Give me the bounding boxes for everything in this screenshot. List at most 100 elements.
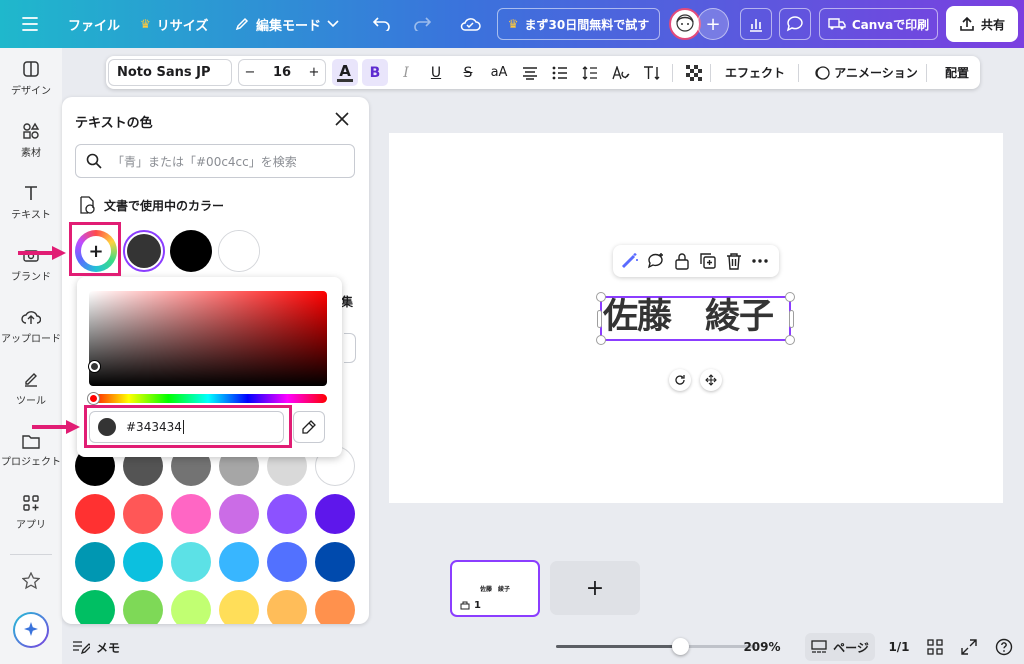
duplicate-icon[interactable] bbox=[699, 252, 717, 270]
magic-edit-icon[interactable] bbox=[621, 252, 639, 270]
share-button[interactable]: 共有 bbox=[946, 6, 1018, 42]
comment-add-icon[interactable] bbox=[647, 252, 665, 270]
page-count[interactable]: 1/1 bbox=[884, 633, 914, 661]
default-color-swatch[interactable] bbox=[267, 542, 307, 582]
zoom-level[interactable]: 209% bbox=[740, 633, 784, 661]
selected-text-element[interactable]: 佐藤 綾子 bbox=[596, 292, 795, 345]
rail-item-design[interactable]: デザイン bbox=[0, 50, 62, 106]
effects-button[interactable]: エフェクト bbox=[720, 56, 790, 89]
hue-handle[interactable] bbox=[88, 393, 99, 404]
move-handle[interactable] bbox=[700, 369, 722, 391]
spacing-button[interactable] bbox=[578, 56, 602, 89]
rail-item-apps[interactable]: アプリ bbox=[0, 484, 62, 540]
rail-item-tools[interactable]: ツール bbox=[0, 360, 62, 416]
resize-handle[interactable] bbox=[785, 292, 795, 302]
default-color-swatch[interactable] bbox=[315, 542, 355, 582]
edit-mode-dropdown[interactable]: 編集モード bbox=[234, 0, 339, 48]
add-collaborator-button[interactable]: + bbox=[697, 8, 729, 40]
cloud-saved-icon[interactable] bbox=[454, 8, 486, 40]
thumbnail-text: 佐藤 綾子 bbox=[479, 586, 510, 593]
saturation-handle[interactable] bbox=[89, 361, 100, 372]
resize-handle[interactable] bbox=[785, 335, 795, 345]
rail-item-upload[interactable]: アップロード bbox=[0, 298, 62, 354]
default-color-swatch[interactable] bbox=[123, 590, 163, 624]
lock-icon[interactable] bbox=[673, 252, 691, 270]
underline-button[interactable]: U bbox=[424, 56, 448, 89]
default-color-swatch[interactable] bbox=[267, 494, 307, 534]
hamburger-menu-icon[interactable] bbox=[14, 8, 46, 40]
default-color-swatch[interactable] bbox=[75, 590, 115, 624]
text-color-button[interactable]: A bbox=[332, 59, 358, 86]
annotation-highlight-box bbox=[69, 222, 121, 276]
default-color-swatch[interactable] bbox=[267, 590, 307, 624]
font-size-decrease-button[interactable]: − bbox=[238, 56, 262, 89]
resize-handle[interactable] bbox=[596, 292, 606, 302]
default-color-swatch[interactable] bbox=[219, 590, 259, 624]
default-color-swatch[interactable] bbox=[219, 542, 259, 582]
align-button[interactable] bbox=[518, 56, 542, 89]
close-icon[interactable] bbox=[334, 111, 350, 127]
default-color-swatch[interactable] bbox=[171, 542, 211, 582]
strikethrough-button[interactable]: S bbox=[456, 56, 480, 89]
default-color-swatch[interactable] bbox=[315, 494, 355, 534]
undo-icon[interactable] bbox=[366, 8, 398, 40]
list-button[interactable] bbox=[548, 56, 572, 89]
print-button[interactable]: Canvaで印刷 bbox=[819, 8, 938, 40]
help-icon[interactable] bbox=[992, 633, 1016, 661]
doc-color-swatch[interactable] bbox=[218, 230, 260, 272]
doc-color-swatch[interactable] bbox=[123, 230, 165, 272]
notes-button[interactable]: メモ bbox=[72, 633, 120, 661]
doc-color-swatch[interactable] bbox=[170, 230, 212, 272]
star-icon[interactable] bbox=[22, 572, 40, 590]
resize-handle[interactable] bbox=[596, 335, 606, 345]
text-case-button[interactable]: aA bbox=[486, 56, 512, 89]
font-size-increase-button[interactable]: + bbox=[302, 56, 326, 89]
rotate-handle[interactable] bbox=[669, 369, 691, 391]
default-color-swatch[interactable] bbox=[123, 542, 163, 582]
font-family-select[interactable]: Noto Sans JP bbox=[108, 59, 232, 86]
hue-slider[interactable] bbox=[88, 393, 327, 404]
comment-icon[interactable] bbox=[779, 8, 811, 40]
transparency-button[interactable] bbox=[682, 56, 706, 89]
grid-view-icon[interactable] bbox=[924, 633, 946, 661]
page-number: 1 bbox=[474, 600, 481, 611]
default-color-swatch[interactable] bbox=[315, 590, 355, 624]
side-resize-handle[interactable] bbox=[789, 310, 794, 328]
default-color-swatch[interactable] bbox=[171, 590, 211, 624]
design-canvas[interactable]: 佐藤 綾子 bbox=[389, 133, 1003, 503]
side-resize-handle[interactable] bbox=[597, 310, 602, 328]
rail-item-elements[interactable]: 素材 bbox=[0, 112, 62, 168]
zoom-slider[interactable] bbox=[556, 638, 756, 655]
eyedropper-button[interactable] bbox=[293, 411, 325, 443]
default-color-swatch[interactable] bbox=[75, 542, 115, 582]
text-effects-button[interactable] bbox=[608, 56, 634, 89]
saturation-value-area[interactable] bbox=[89, 291, 327, 386]
rail-item-text[interactable]: テキスト bbox=[0, 174, 62, 230]
more-options-icon[interactable] bbox=[751, 252, 769, 270]
fullscreen-icon[interactable] bbox=[958, 633, 980, 661]
page-thumbnail[interactable]: 佐藤 綾子 1 bbox=[450, 560, 540, 617]
add-page-button[interactable]: + bbox=[550, 561, 640, 615]
default-color-swatch[interactable] bbox=[75, 494, 115, 534]
magic-assistant-button[interactable] bbox=[13, 612, 49, 648]
animation-button[interactable]: アニメーション bbox=[812, 56, 920, 89]
vertical-text-button[interactable] bbox=[640, 56, 664, 89]
zoom-slider-thumb[interactable] bbox=[672, 638, 689, 655]
font-size-input[interactable]: 16 bbox=[264, 56, 300, 89]
trial-button[interactable]: ♛ まず30日間無料で試す bbox=[497, 8, 660, 40]
canvas-text[interactable]: 佐藤 綾子 bbox=[603, 295, 788, 339]
italic-button[interactable]: I bbox=[394, 56, 418, 89]
file-menu[interactable]: ファイル bbox=[68, 0, 120, 48]
resize-button[interactable]: ♛ リサイズ bbox=[140, 0, 208, 48]
pages-view-button[interactable]: ページ bbox=[805, 633, 875, 661]
bold-button[interactable]: B bbox=[362, 59, 388, 86]
default-color-swatch[interactable] bbox=[219, 494, 259, 534]
trash-icon[interactable] bbox=[725, 252, 743, 270]
default-color-swatch[interactable] bbox=[171, 494, 211, 534]
default-color-swatch[interactable] bbox=[123, 494, 163, 534]
redo-icon[interactable] bbox=[406, 8, 438, 40]
insights-icon[interactable] bbox=[740, 8, 772, 40]
color-search-input[interactable]: 「青」または「#00c4cc」を検索 bbox=[75, 144, 355, 178]
plus-icon: + bbox=[308, 65, 320, 80]
position-button[interactable]: 配置 bbox=[936, 56, 978, 89]
